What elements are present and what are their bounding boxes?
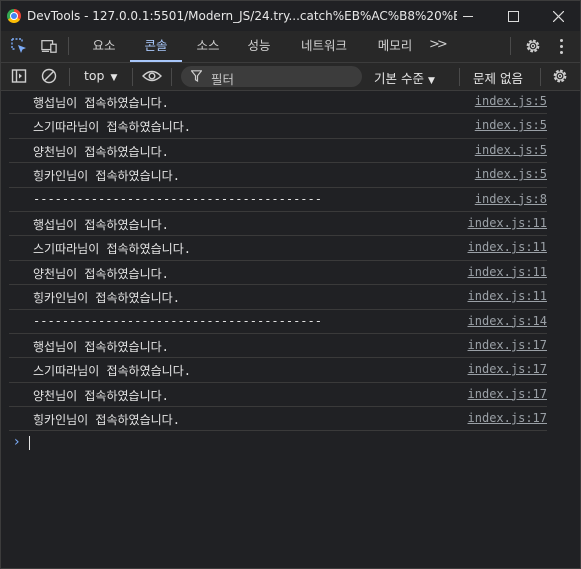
source-link[interactable]: index.js:11 [468,289,547,303]
close-button[interactable] [536,1,580,31]
title-bar: DevTools - 127.0.0.1:5501/Modern_JS/24.t… [1,1,580,31]
tab-sources[interactable]: 소스 [183,31,233,61]
console-message-text: 양천님이 접속하였습니다. [33,388,169,403]
console-message-row: ----------------------------------------… [9,188,547,212]
maximize-icon [507,10,519,22]
console-message-row: 행섭님이 접속하였습니다. index.js:5 [9,90,547,115]
toolbar-divider [510,37,511,55]
console-message-text: 행섭님이 접속하였습니다. [33,96,169,110]
clear-console-icon[interactable] [41,68,57,84]
toolbar-divider [132,68,133,86]
chevron-down-icon: ▼ [110,73,118,83]
filter-placeholder: 필터 [211,72,235,87]
more-options-icon[interactable] [560,39,564,57]
prompt-chevron-icon: › [14,434,20,451]
source-link[interactable]: index.js:5 [475,94,547,108]
tab-console[interactable]: 콘솔 [130,31,182,62]
inspect-element-icon[interactable] [11,38,27,54]
source-link[interactable]: index.js:17 [468,338,547,352]
settings-gear-icon[interactable] [524,37,542,55]
tab-performance[interactable]: 성능 [234,31,284,61]
source-link[interactable]: index.js:11 [468,265,547,279]
console-message-row: ----------------------------------------… [9,310,547,334]
minimize-icon [463,15,473,17]
toolbar-divider [459,68,460,86]
console-message-text: 힝카인님이 접속하였습니다. [33,291,180,306]
chevron-down-icon: ▼ [427,76,435,86]
console-message-row: 스기따라님이 접속하였습니다. index.js:17 [9,358,547,383]
console-message-row: 힝카인님이 접속하였습니다. index.js:5 [9,163,547,188]
console-message-row: 양천님이 접속하였습니다. index.js:5 [9,139,547,164]
console-message-row: 스기따라님이 접속하였습니다. index.js:5 [9,114,547,139]
console-message-text: 스기따라님이 접속하였습니다. [33,364,191,379]
toolbar-divider [68,37,69,55]
console-message-text: 스기따라님이 접속하였습니다. [33,120,191,135]
log-levels-label: 기본 수준 [374,71,424,86]
console-output: 행섭님이 접속하였습니다. index.js:5 스기따라님이 접속하였습니다. in… [1,90,580,455]
context-selector[interactable]: top ▼ [84,68,117,83]
devtools-window: DevTools - 127.0.0.1:5501/Modern_JS/24.t… [0,0,581,569]
console-message-text: 스기따라님이 접속하였습니다. [33,242,191,257]
source-link[interactable]: index.js:8 [475,192,547,206]
console-message-row: 행섭님이 접속하였습니다. index.js:17 [9,334,547,359]
toolbar-divider [171,68,172,86]
window-title: DevTools - 127.0.0.1:5501/Modern_JS/24.t… [27,9,457,23]
issues-counter[interactable]: 문제 없음 [473,68,523,87]
console-toolbar: top ▼ 필터 기본 수준 ▼ 문제 없음 [1,63,580,91]
filter-input[interactable]: 필터 [181,66,362,87]
maximize-button[interactable] [491,1,535,31]
tab-elements[interactable]: 요소 [79,31,129,61]
tab-memory[interactable]: 메모리 [365,31,425,61]
source-link[interactable]: index.js:14 [468,314,547,328]
source-link[interactable]: index.js:17 [468,387,547,401]
console-message-text: 양천님이 접속하였습니다. [33,266,169,281]
console-message-text: 힝카인님이 접속하였습니다. [33,169,180,184]
source-link[interactable]: index.js:17 [468,362,547,376]
console-message-text: 행섭님이 접속하였습니다. [33,339,169,354]
console-message-text: 양천님이 접속하였습니다. [33,144,169,159]
source-link[interactable]: index.js:17 [468,411,547,425]
console-message-row: 힝카인님이 접속하였습니다. index.js:11 [9,285,547,310]
source-link[interactable]: index.js:5 [475,167,547,181]
device-toolbar-icon[interactable] [41,38,57,54]
console-message-text: 힝카인님이 접속하였습니다. [33,413,180,428]
minimize-button[interactable] [446,1,490,31]
source-link[interactable]: index.js:5 [475,143,547,157]
toolbar-divider [540,68,541,86]
panel-tab-bar: 요소 콘솔 소스 성능 네트워크 메모리 >> [1,31,580,63]
source-link[interactable]: index.js:11 [468,216,547,230]
text-cursor [29,436,30,451]
source-link[interactable]: index.js:5 [475,118,547,132]
console-message-row: 스기따라님이 접속하였습니다. index.js:11 [9,236,547,261]
console-message-row: 양천님이 접속하였습니다. index.js:11 [9,261,547,286]
console-message-text: ---------------------------------------- [33,191,322,206]
more-tabs-icon[interactable]: >> [429,37,448,52]
log-levels-dropdown[interactable]: 기본 수준 ▼ [374,68,435,87]
console-message-row: 힝카인님이 접속하였습니다. index.js:17 [9,407,547,432]
console-prompt[interactable]: › [9,431,580,455]
console-message-text: 행섭님이 접속하였습니다. [33,217,169,232]
tab-network[interactable]: 네트워크 [287,31,361,61]
toolbar-divider [69,68,70,86]
filter-icon [191,70,202,82]
close-icon [552,10,564,22]
chrome-icon [7,9,21,23]
console-message-text: ---------------------------------------- [33,313,322,328]
console-message-row: 양천님이 접속하였습니다. index.js:17 [9,383,547,408]
live-expression-eye-icon[interactable] [142,68,162,84]
console-settings-icon[interactable] [551,67,569,85]
source-link[interactable]: index.js:11 [468,240,547,254]
sidebar-toggle-icon[interactable] [11,68,27,84]
console-message-row: 행섭님이 접속하였습니다. index.js:11 [9,212,547,237]
context-label: top [84,68,105,83]
